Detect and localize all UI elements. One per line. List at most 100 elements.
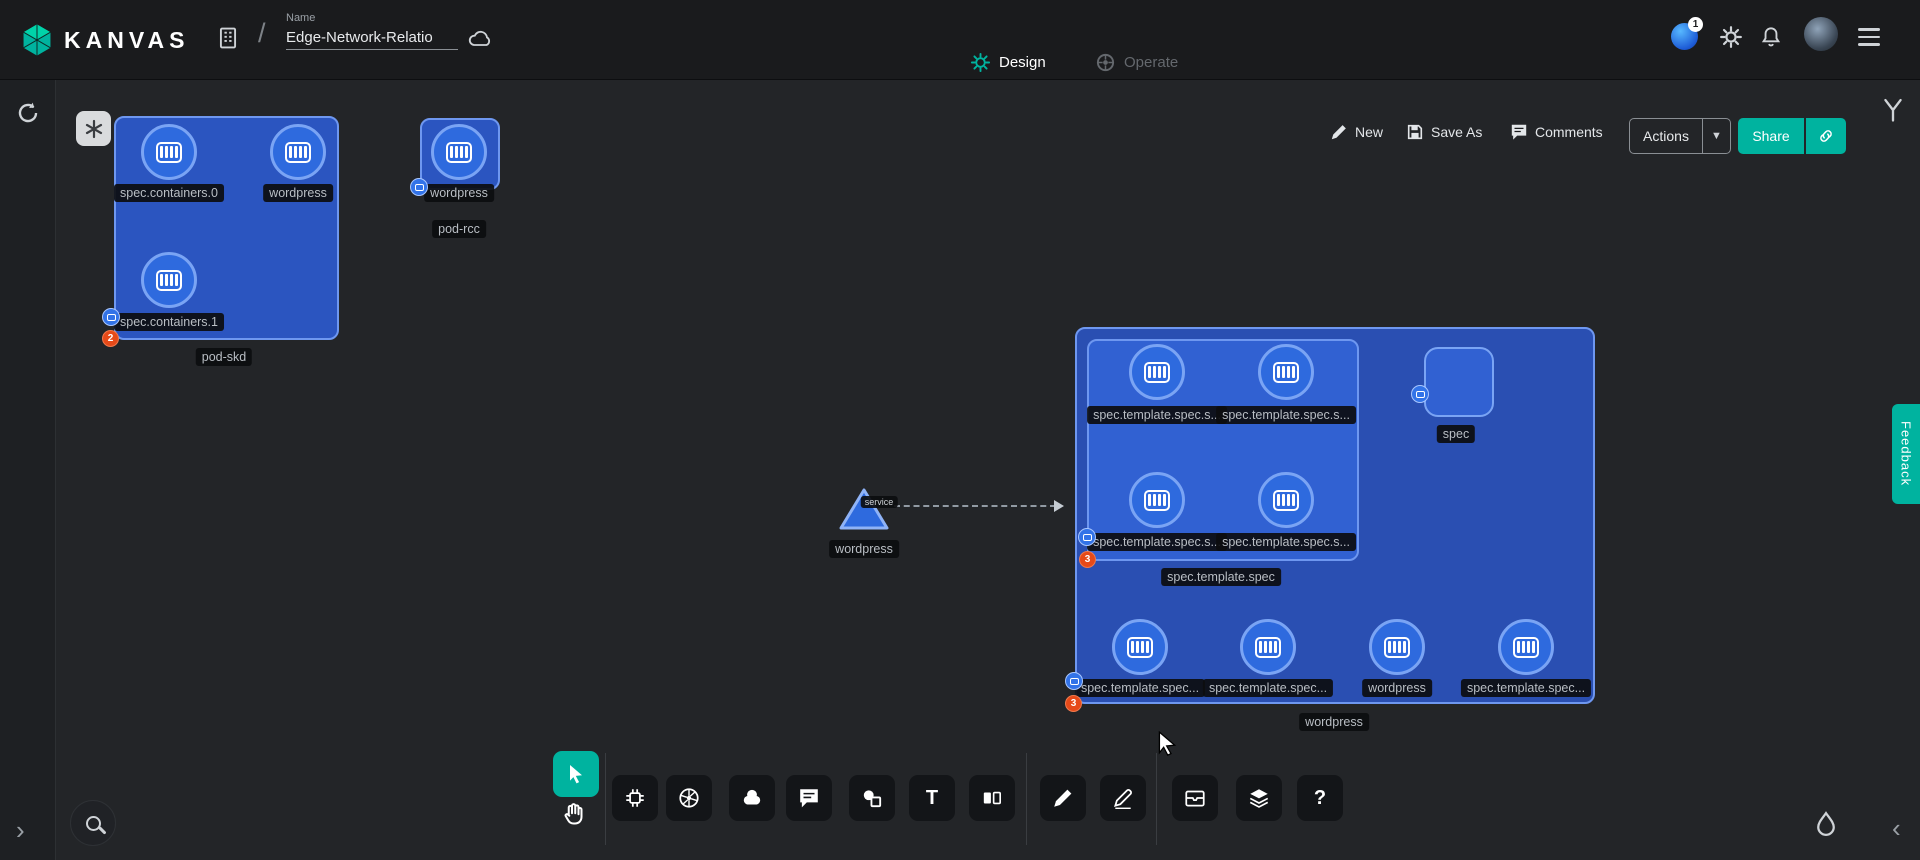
notifications-bell-icon[interactable]: [1759, 25, 1783, 49]
pod-icon: [1384, 637, 1410, 658]
kubernetes-badge-icon[interactable]: [1411, 385, 1429, 403]
share-button[interactable]: Share: [1738, 118, 1804, 154]
pencil-icon: [1330, 123, 1348, 141]
tool-doodles[interactable]: [849, 775, 895, 821]
menu-icon[interactable]: [1858, 28, 1880, 46]
issue-count-badge[interactable]: 3: [1079, 551, 1096, 568]
new-label: New: [1355, 124, 1383, 140]
comments-label: Comments: [1535, 124, 1603, 140]
node-pod[interactable]: [1258, 472, 1314, 528]
merge-panel-icon[interactable]: [1880, 96, 1906, 124]
node-pod[interactable]: [1129, 472, 1185, 528]
mouse-cursor: [1154, 730, 1180, 756]
pod-icon: [156, 270, 182, 291]
group-label: spec.template.spec: [1161, 568, 1281, 586]
node-pod[interactable]: [141, 124, 197, 180]
node-label: wordpress: [1362, 679, 1432, 697]
design-name-input[interactable]: [286, 26, 458, 50]
provider-badge-count: 1: [1688, 17, 1703, 32]
pod-icon: [1513, 637, 1539, 658]
tool-text[interactable]: T: [909, 775, 955, 821]
tab-design[interactable]: Design: [970, 52, 1046, 73]
tool-frame[interactable]: [969, 775, 1015, 821]
pod-icon: [1273, 490, 1299, 511]
settings-gear-icon[interactable]: [1719, 25, 1743, 49]
pencil-icon: [1052, 787, 1074, 809]
dock-divider: [605, 753, 606, 845]
issue-count-badge[interactable]: 3: [1065, 695, 1082, 712]
group-label: spec: [1437, 425, 1475, 443]
node-pod[interactable]: [1240, 619, 1296, 675]
copy-link-button[interactable]: [1806, 118, 1846, 154]
ink-drop-icon[interactable]: [1812, 810, 1840, 840]
pod-icon: [1127, 637, 1153, 658]
comment-icon: [798, 787, 820, 809]
edge-label: service: [861, 496, 898, 508]
tool-pencil[interactable]: [1040, 775, 1086, 821]
tool-components[interactable]: [612, 775, 658, 821]
cursor-arrow-icon: [565, 763, 587, 785]
actions-label: Actions: [1630, 128, 1702, 144]
tool-pan[interactable]: [560, 800, 590, 835]
group-spec-template-spec[interactable]: [1087, 339, 1359, 561]
user-avatar[interactable]: [1804, 17, 1838, 51]
kubernetes-badge-icon[interactable]: [410, 178, 428, 196]
node-pod[interactable]: [141, 252, 197, 308]
new-button[interactable]: New: [1330, 123, 1383, 141]
node-pod[interactable]: [270, 124, 326, 180]
node-service-triangle[interactable]: [838, 486, 890, 532]
app-logo[interactable]: KANVAS: [20, 23, 189, 57]
tool-drawer[interactable]: [1172, 775, 1218, 821]
comment-icon: [1510, 123, 1528, 141]
node-label: spec.template.spec.s...: [1216, 406, 1356, 424]
comments-button[interactable]: Comments: [1510, 123, 1603, 141]
node-label: wordpress: [829, 540, 899, 558]
node-pod[interactable]: [1258, 344, 1314, 400]
pod-icon: [1144, 362, 1170, 383]
zoom-search-button[interactable]: [70, 800, 116, 846]
node-pod[interactable]: [1369, 619, 1425, 675]
sync-icon[interactable]: [15, 100, 41, 126]
node-pod[interactable]: [1129, 344, 1185, 400]
kubernetes-badge-icon[interactable]: [1078, 528, 1096, 546]
primitive-shapes-icon: [860, 786, 884, 810]
expand-left-panel-button[interactable]: ›: [16, 820, 25, 840]
node-pod[interactable]: [1498, 619, 1554, 675]
save-as-button[interactable]: Save As: [1406, 123, 1482, 141]
tool-shapes[interactable]: [729, 775, 775, 821]
kubernetes-badge-icon[interactable]: [1065, 672, 1083, 690]
tab-operate[interactable]: Operate: [1095, 52, 1178, 73]
component-icon-chip[interactable]: [76, 111, 111, 146]
header-bar: KANVAS / Name Design: [0, 0, 1920, 80]
node-label: spec.containers.0: [114, 184, 224, 202]
edge-service-to-deployment[interactable]: [894, 505, 1056, 507]
text-tool-glyph: T: [926, 787, 938, 810]
organization-icon[interactable]: [215, 25, 241, 51]
actions-button[interactable]: Actions ▼: [1629, 118, 1731, 154]
breadcrumb-divider: /: [258, 18, 266, 49]
tool-kubernetes[interactable]: [666, 775, 712, 821]
kubernetes-badge-icon[interactable]: [102, 308, 120, 326]
feedback-tab[interactable]: Feedback: [1892, 404, 1920, 504]
node-pod[interactable]: [431, 124, 487, 180]
pod-icon: [1144, 490, 1170, 511]
collapse-right-panel-button[interactable]: ‹: [1892, 818, 1901, 838]
logo-text: KANVAS: [64, 27, 189, 54]
issue-count-badge[interactable]: 2: [102, 330, 119, 347]
actions-dropdown-caret[interactable]: ▼: [1702, 119, 1730, 153]
edge-arrowhead-icon: [1054, 500, 1064, 512]
tool-help[interactable]: ?: [1297, 775, 1343, 821]
tool-pen[interactable]: [1100, 775, 1146, 821]
node-pod[interactable]: [1112, 619, 1168, 675]
pod-icon: [1273, 362, 1299, 383]
kanvas-app: KANVAS / Name Design: [0, 0, 1920, 860]
save-as-label: Save As: [1431, 124, 1482, 140]
share-button-group: Share: [1738, 118, 1846, 154]
node-spec[interactable]: [1424, 347, 1494, 417]
node-label: spec.template.spec...: [1461, 679, 1591, 697]
tool-layers[interactable]: [1236, 775, 1282, 821]
cloud-save-icon[interactable]: [466, 26, 494, 50]
pod-icon: [285, 142, 311, 163]
tool-comment[interactable]: [786, 775, 832, 821]
tool-select[interactable]: [553, 751, 599, 797]
